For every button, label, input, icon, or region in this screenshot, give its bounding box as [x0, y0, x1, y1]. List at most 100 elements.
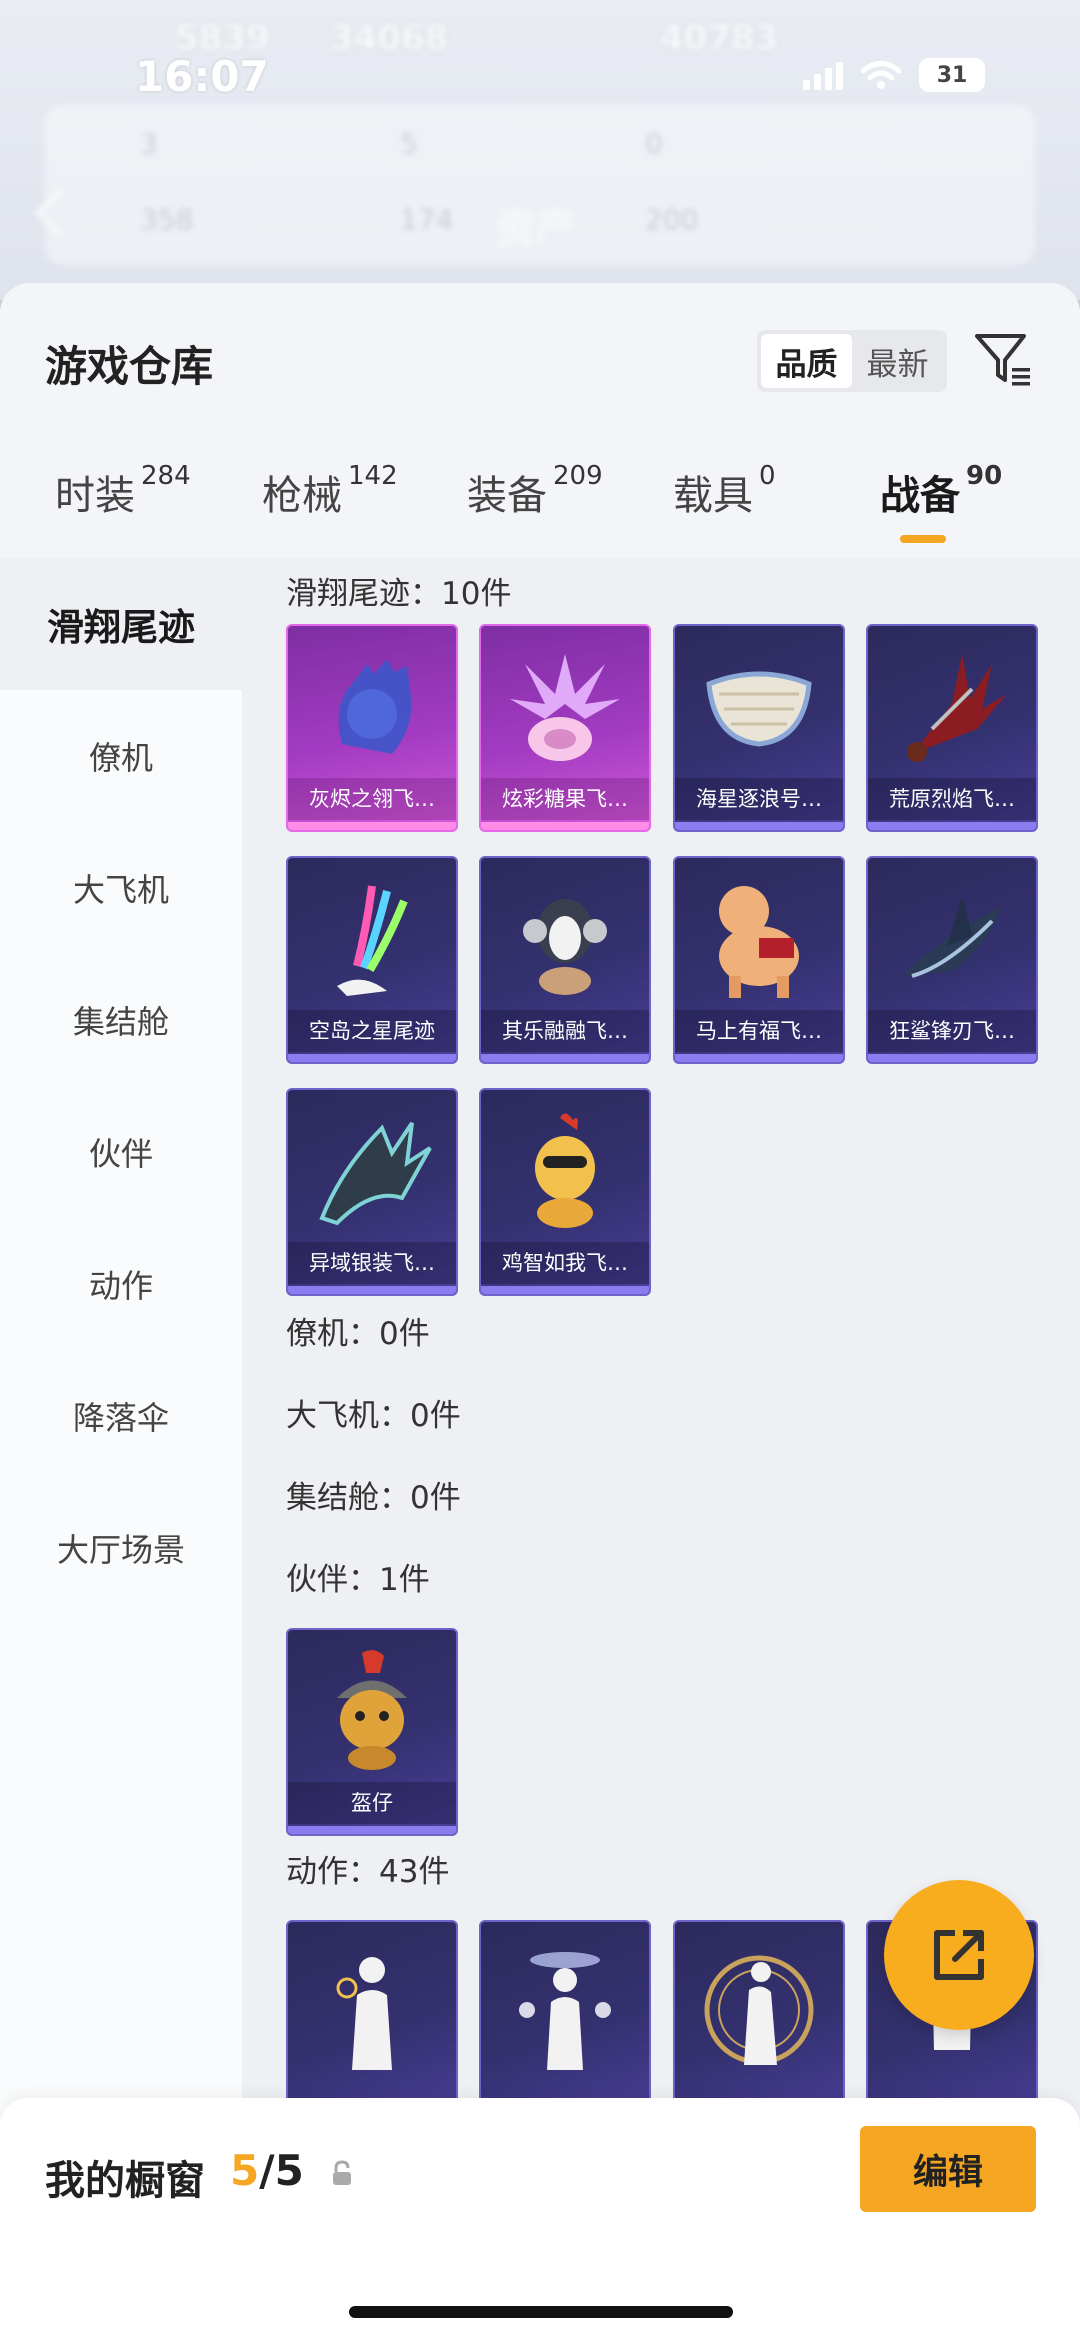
rarity-stripe — [481, 822, 649, 830]
section-label: 僚机：0件 — [286, 1316, 430, 1352]
status-time: 16:07 — [135, 52, 269, 101]
shark-icon — [902, 896, 1002, 978]
item-card[interactable]: 空岛之星尾迹 — [286, 856, 458, 1064]
item-card[interactable]: 盔仔 — [286, 1628, 458, 1836]
helmet-chick-icon — [337, 1650, 407, 1770]
sort-toggle: 品质 最新 — [757, 330, 947, 392]
showcase-current: 5 — [230, 2146, 260, 2195]
filter-icon[interactable] — [972, 328, 1034, 390]
tab-count: 0 — [759, 461, 776, 491]
boat-icon — [706, 671, 812, 747]
item-card[interactable]: 荒原烈焰飞… — [866, 624, 1038, 832]
emote-figure-icon — [704, 1955, 814, 2065]
item-name: 异域银装飞… — [288, 1242, 456, 1284]
item-card[interactable]: 鸡智如我飞… — [479, 1088, 651, 1296]
item-name: 鸡智如我飞… — [481, 1242, 649, 1284]
home-indicator — [349, 2306, 733, 2318]
status-icons: 31 — [803, 58, 985, 92]
battery-icon: 31 — [919, 58, 985, 92]
rarity-stripe — [288, 1826, 456, 1834]
flame-wing-icon — [907, 654, 1007, 762]
bg-stat: 34068 — [330, 18, 449, 58]
horse-icon — [719, 886, 799, 998]
section-label: 滑翔尾迹：10件 — [286, 576, 512, 612]
silver-wing-icon — [319, 1121, 432, 1226]
tab-count: 142 — [348, 461, 398, 491]
rainbow-trail-icon — [337, 885, 408, 996]
item-name: 灰烬之翎飞… — [288, 778, 456, 820]
sidebar-item-capsule[interactable]: 集结舱 — [0, 954, 242, 1086]
chicken-icon — [535, 1113, 595, 1228]
share-button[interactable] — [884, 1880, 1034, 2030]
rarity-stripe — [481, 1054, 649, 1062]
bg-card-value: 358 — [140, 203, 194, 236]
item-name: 海星逐浪号… — [675, 778, 843, 820]
item-name: 盔仔 — [288, 1782, 456, 1824]
item-card[interactable] — [673, 1920, 845, 2128]
rarity-stripe — [868, 822, 1036, 830]
sidebar-item-parachute[interactable]: 降落伞 — [0, 1350, 242, 1482]
rarity-stripe — [288, 1286, 456, 1294]
glove-icon — [338, 659, 412, 754]
rarity-stripe — [481, 1286, 649, 1294]
item-card[interactable]: 灰烬之翎飞… — [286, 624, 458, 832]
bg-card-value: 0 — [645, 127, 663, 160]
tab-guns[interactable]: 枪械 142 — [262, 461, 398, 521]
tab-vehicles[interactable]: 载具 0 — [673, 461, 776, 521]
bg-stat: 40783 — [660, 18, 779, 58]
sidebar-item-glide-trail[interactable]: 滑翔尾迹 — [0, 558, 242, 690]
bg-page-title: 资产 — [495, 206, 575, 252]
section-label: 伙伴：1件 — [286, 1562, 430, 1598]
sidebar-item-big-plane[interactable]: 大飞机 — [0, 822, 242, 954]
penguin-icon — [523, 899, 607, 995]
tab-count: 209 — [553, 461, 603, 491]
bg-card-value: 5 — [400, 127, 418, 160]
item-card[interactable]: 狂鲨锋刃飞… — [866, 856, 1038, 1064]
sort-newest-button[interactable]: 最新 — [852, 334, 943, 388]
rarity-stripe — [675, 1054, 843, 1062]
item-name: 其乐融融飞… — [481, 1010, 649, 1052]
active-tab-indicator — [900, 535, 946, 543]
section-label: 集结舱：0件 — [286, 1480, 461, 1516]
tab-label: 载具 — [673, 473, 753, 519]
tab-fashion[interactable]: 时装 284 — [55, 461, 191, 521]
tab-battle-gear[interactable]: 战备 90 — [880, 461, 1003, 521]
item-card[interactable]: 异域银装飞… — [286, 1088, 458, 1296]
candy-icon — [510, 654, 620, 761]
item-card[interactable]: 马上有福飞… — [673, 856, 845, 1064]
emote-figure-icon — [519, 1952, 611, 2070]
background-blur: 5839 34068 40783 3 5 0 358 174 200 资产 — [0, 0, 1080, 300]
item-name: 马上有福飞… — [675, 1010, 843, 1052]
rarity-stripe — [288, 822, 456, 830]
item-card[interactable] — [479, 1920, 651, 2128]
external-link-icon — [934, 1930, 984, 1980]
tab-label: 装备 — [467, 473, 547, 519]
rarity-stripe — [288, 1054, 456, 1062]
item-card[interactable]: 炫彩糖果飞… — [479, 624, 651, 832]
tab-equipment[interactable]: 装备 209 — [467, 461, 603, 521]
item-card[interactable]: 其乐融融飞… — [479, 856, 651, 1064]
item-content: 滑翔尾迹：10件 灰烬之翎飞… 炫彩糖果飞… 海星逐浪号… 荒原烈焰飞… 空岛之… — [242, 558, 1080, 2341]
tab-count: 284 — [141, 461, 191, 491]
sort-quality-button[interactable]: 品质 — [761, 334, 852, 388]
lock-icon — [333, 2160, 351, 2185]
tab-count: 90 — [966, 461, 1003, 491]
background-header: 5839 34068 40783 3 5 0 358 174 200 资产 16… — [0, 0, 1080, 300]
item-name: 荒原烈焰飞… — [868, 778, 1036, 820]
sidebar-item-lobby-scene[interactable]: 大厅场景 — [0, 1482, 242, 1614]
item-card[interactable] — [286, 1920, 458, 2128]
item-card[interactable]: 海星逐浪号… — [673, 624, 845, 832]
item-name: 炫彩糖果飞… — [481, 778, 649, 820]
bg-card-value: 200 — [645, 203, 699, 236]
sidebar-item-partner[interactable]: 伙伴 — [0, 1086, 242, 1218]
page-title: 游戏仓库 — [45, 342, 214, 391]
showcase-title: 我的橱窗 — [45, 2158, 205, 2204]
section-label: 大飞机：0件 — [286, 1398, 461, 1434]
sidebar-item-wingman[interactable]: 僚机 — [0, 690, 242, 822]
item-name: 空岛之星尾迹 — [288, 1010, 456, 1052]
sidebar-item-action[interactable]: 动作 — [0, 1218, 242, 1350]
wifi-icon — [861, 61, 901, 89]
signal-icon — [803, 60, 843, 90]
edit-button[interactable]: 编辑 — [860, 2126, 1036, 2212]
tab-label: 枪械 — [262, 473, 342, 519]
